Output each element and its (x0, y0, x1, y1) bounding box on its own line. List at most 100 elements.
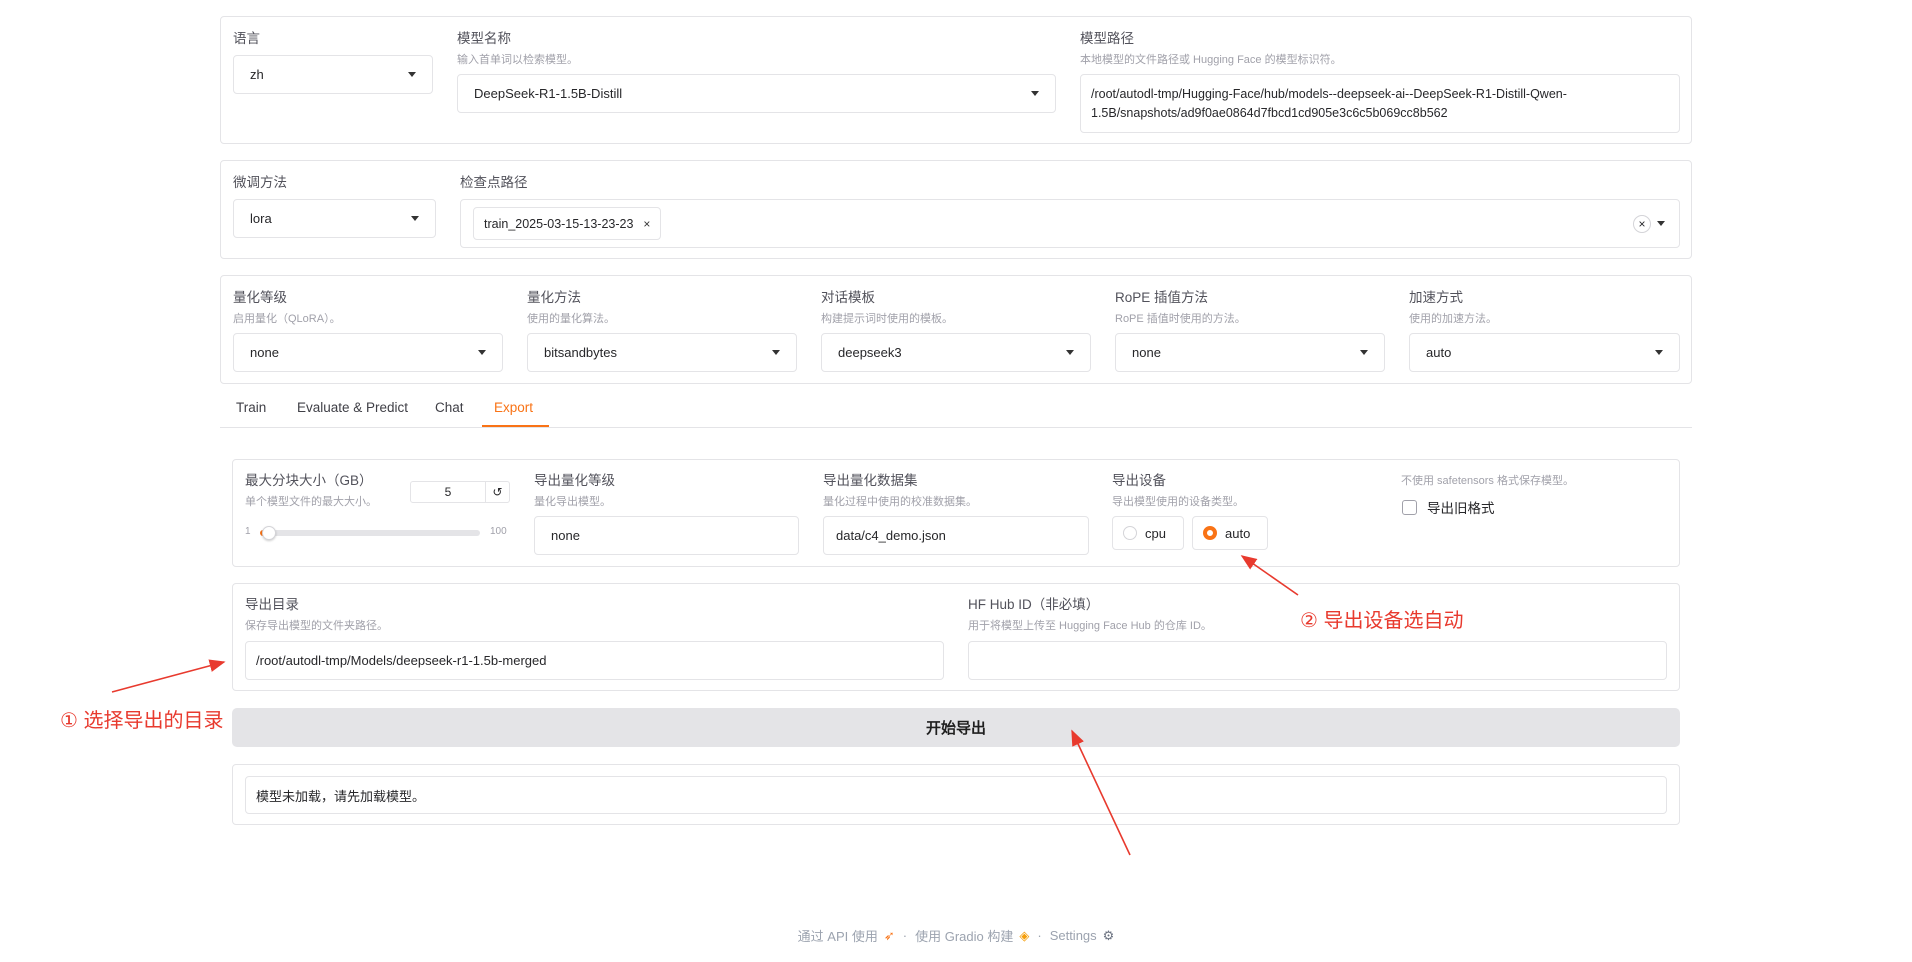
shard-size-label: 最大分块大小（GB） (245, 473, 373, 488)
chevron-down-icon (1066, 350, 1074, 355)
model-name-info: 输入首单词以检索模型。 (457, 54, 578, 66)
gradio-link-label: 使用 Gradio 构建 (915, 929, 1014, 944)
device-option-auto[interactable]: auto (1192, 516, 1268, 550)
chip-remove-icon[interactable]: × (643, 217, 650, 231)
device-auto-label: auto (1225, 525, 1251, 541)
chevron-down-icon (1360, 350, 1368, 355)
tab-evaluate-predict[interactable]: Evaluate & Predict (297, 400, 408, 415)
start-export-label: 开始导出 (925, 720, 986, 737)
rope-info: RoPE 插值时使用的方法。 (1115, 313, 1246, 325)
quant-bit-label: 量化等级 (233, 290, 287, 305)
shard-size-number[interactable]: 5 ↺ (410, 481, 510, 503)
slider-max-label: 100 (490, 526, 507, 537)
shard-size-value: 5 (444, 485, 452, 499)
tab-train[interactable]: Train (236, 400, 266, 415)
model-name-value: DeepSeek-R1-1.5B-Distill (474, 86, 623, 101)
clear-icon[interactable]: × (1633, 214, 1651, 233)
export-dir-value: /root/autodl-tmp/Models/deepseek-r1-1.5b… (256, 653, 547, 668)
quant-dataset-label: 导出量化数据集 (823, 473, 918, 488)
gradio-logo-icon: ◈ (1019, 927, 1030, 943)
chevron-down-icon (772, 350, 780, 355)
footer-separator: · (1037, 928, 1042, 943)
booster-dropdown[interactable]: auto (1409, 333, 1680, 372)
model-path-line-1: /root/autodl-tmp/Hugging-Face/hub/models… (1091, 86, 1567, 101)
output-textbox[interactable]: 模型未加载，请先加载模型。 (245, 776, 1667, 814)
booster-value: auto (1426, 345, 1452, 360)
booster-label: 加速方式 (1409, 290, 1463, 305)
language-value: zh (250, 67, 264, 82)
slider-thumb[interactable] (261, 526, 276, 540)
finetune-value: lora (250, 211, 272, 226)
radio-cpu[interactable] (1123, 526, 1137, 540)
footer-separator: · (902, 928, 908, 943)
shard-size-info: 单个模型文件的最大大小。 (245, 496, 377, 508)
export-dir-input[interactable]: /root/autodl-tmp/Models/deepseek-r1-1.5b… (245, 641, 944, 680)
rope-dropdown[interactable]: none (1115, 333, 1385, 372)
export-quant-dropdown[interactable]: none (534, 516, 799, 555)
model-path-info: 本地模型的文件路径或 Hugging Face 的模型标识符。 (1080, 54, 1342, 66)
export-dir-info: 保存导出模型的文件夹路径。 (245, 620, 388, 632)
hub-id-info: 用于将模型上传至 Hugging Face Hub 的仓库 ID。 (968, 620, 1212, 632)
export-quant-label: 导出量化等级 (534, 473, 615, 488)
template-value: deepseek3 (838, 345, 902, 360)
template-dropdown[interactable]: deepseek3 (821, 333, 1091, 372)
legacy-format-label: 导出旧格式 (1427, 501, 1495, 516)
rope-label: RoPE 插值方法 (1115, 290, 1209, 305)
shard-size-slider[interactable] (260, 526, 480, 540)
device-cpu-label: cpu (1145, 525, 1166, 541)
tab-export[interactable]: Export (494, 400, 533, 415)
radio-auto[interactable] (1203, 526, 1217, 540)
output-text: 模型未加载，请先加载模型。 (256, 788, 426, 804)
settings-link-label: Settings (1049, 928, 1097, 943)
settings-link[interactable]: Settings ⚙ (1050, 928, 1115, 944)
language-label: 语言 (233, 31, 260, 46)
gradio-link[interactable]: 使用 Gradio 构建 ◈ (915, 926, 1029, 945)
footer: 通过 API 使用 ➶ · 使用 Gradio 构建 ◈ · Settings … (0, 926, 1912, 945)
export-dir-label: 导出目录 (245, 597, 299, 612)
model-name-label: 模型名称 (457, 31, 511, 46)
api-link[interactable]: 通过 API 使用 ➶ (798, 926, 895, 945)
finetune-label: 微调方法 (233, 175, 287, 190)
quant-method-info: 使用的量化算法。 (527, 313, 615, 325)
quant-method-dropdown[interactable]: bitsandbytes (527, 333, 797, 372)
export-device-info: 导出模型使用的设备类型。 (1112, 496, 1244, 508)
language-dropdown[interactable]: zh (233, 55, 433, 94)
arrow-to-export-dir (111, 659, 226, 693)
checkpoint-chip-label: train_2025-03-15-13-23-23 (484, 216, 634, 231)
quant-dataset-value: data/c4_demo.json (836, 528, 946, 543)
checkpoint-multiselect[interactable]: train_2025-03-15-13-23-23 × × (460, 199, 1680, 248)
start-export-button[interactable]: 开始导出 (232, 708, 1680, 747)
slider-min-label: 1 (245, 526, 251, 537)
template-info: 构建提示词时使用的模板。 (821, 313, 953, 325)
checkbox-box[interactable] (1402, 499, 1417, 515)
quant-dataset-input[interactable]: data/c4_demo.json (823, 516, 1089, 555)
legacy-format-checkbox[interactable]: 导出旧格式 (1402, 497, 1495, 517)
quant-bit-dropdown[interactable]: none (233, 333, 503, 372)
tab-chat[interactable]: Chat (435, 400, 464, 415)
hub-id-input[interactable] (968, 641, 1667, 680)
quant-method-label: 量化方法 (527, 290, 581, 305)
model-path-label: 模型路径 (1080, 31, 1134, 46)
checkpoint-chip: train_2025-03-15-13-23-23 × (473, 207, 662, 240)
template-label: 对话模板 (821, 290, 875, 305)
rocket-icon: ➶ (883, 927, 895, 943)
device-option-cpu[interactable]: cpu (1112, 516, 1184, 550)
chevron-down-icon (478, 350, 486, 355)
quant-bit-info: 启用量化（QLoRA）。 (233, 313, 341, 325)
annotation-select-dir: ① 选择导出的目录 (60, 710, 224, 732)
model-path-input[interactable]: /root/autodl-tmp/Hugging-Face/hub/models… (1080, 74, 1680, 133)
chevron-down-icon (1031, 91, 1039, 96)
reset-icon[interactable]: ↺ (485, 482, 509, 502)
active-tab-indicator (482, 425, 549, 427)
hub-id-label: HF Hub ID（非必填） (968, 597, 1100, 612)
model-name-dropdown[interactable]: DeepSeek-R1-1.5B-Distill (457, 74, 1056, 113)
rope-value: none (1132, 345, 1161, 360)
chevron-down-icon (1655, 350, 1663, 355)
export-quant-value: none (551, 528, 580, 543)
booster-info: 使用的加速方法。 (1409, 313, 1497, 325)
tabs-divider (220, 427, 1692, 428)
chevron-down-icon[interactable] (1657, 221, 1665, 226)
chevron-down-icon (408, 72, 416, 77)
quant-dataset-info: 量化过程中使用的校准数据集。 (823, 496, 977, 508)
finetune-dropdown[interactable]: lora (233, 199, 436, 238)
